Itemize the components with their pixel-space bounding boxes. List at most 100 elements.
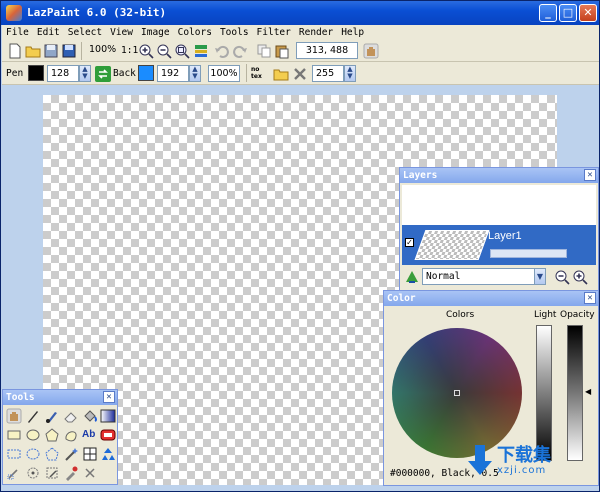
save-icon[interactable] [43, 43, 59, 59]
tools-title[interactable]: Tools ✕ [3, 390, 117, 405]
maximize-button[interactable]: □ [559, 4, 577, 22]
layer-row[interactable]: ✓ Layer1 [402, 225, 596, 265]
layer-thumbnail [414, 230, 490, 260]
spline-tool-icon[interactable] [63, 427, 79, 443]
layers-close-icon[interactable]: ✕ [584, 169, 596, 181]
menu-filter[interactable]: Filter [253, 25, 295, 40]
color-title-text: Color [387, 293, 416, 304]
back-alpha-spinner[interactable]: ▲ ▼ [189, 65, 201, 82]
menu-colors[interactable]: Colors [174, 25, 216, 40]
layer-name: Layer1 [488, 230, 522, 242]
rectangle-tool-icon[interactable] [6, 427, 22, 443]
opacity-label: Opacity [560, 310, 595, 320]
zoom-value: 100% [89, 44, 117, 55]
menu-select[interactable]: Select [64, 25, 106, 40]
deform-icon[interactable] [44, 465, 60, 481]
layer-zoom-out-icon[interactable] [554, 269, 570, 285]
move-selection-icon[interactable] [100, 446, 116, 462]
select-pen-icon[interactable] [6, 465, 22, 481]
layer-visible-checkbox[interactable]: ✓ [405, 238, 414, 247]
minimize-button[interactable]: _ [539, 4, 557, 22]
texture-alpha-spinner[interactable]: ▲ ▼ [344, 65, 356, 82]
crop-select-icon[interactable] [82, 446, 98, 462]
pen-color-swatch[interactable] [28, 65, 44, 81]
zoom-in-icon[interactable] [138, 43, 154, 59]
tools-close-icon[interactable]: ✕ [103, 391, 115, 403]
hand-icon[interactable] [363, 43, 379, 59]
paste-icon[interactable] [274, 43, 290, 59]
opacity-pointer-icon[interactable]: ◀ [585, 387, 591, 396]
blend-mode-select[interactable]: Normal [422, 268, 546, 285]
menu-file[interactable]: File [2, 25, 33, 40]
menu-image[interactable]: Image [137, 25, 174, 40]
colors-label: Colors [446, 310, 475, 320]
layers-panel: Layers ✕ ✓ Layer1 Normal ▼ [399, 167, 599, 291]
redo-icon[interactable] [232, 43, 248, 59]
back-label: Back [113, 68, 136, 79]
rotate-selection-icon[interactable] [25, 465, 41, 481]
back-alpha-input[interactable]: 192 [157, 65, 189, 82]
select-poly-icon[interactable] [44, 446, 60, 462]
cursor-coords: 313, 488 [296, 42, 358, 59]
text-tool-icon[interactable]: Ab [82, 429, 98, 445]
watermark-url: xzji.com [497, 465, 547, 476]
color-title[interactable]: Color ✕ [384, 291, 598, 306]
eraser-tool-icon[interactable] [63, 408, 79, 424]
pen-alpha-input[interactable]: 128 [47, 65, 79, 82]
ellipse-tool-icon[interactable] [25, 427, 41, 443]
select-ellipse-icon[interactable] [25, 446, 41, 462]
remove-texture-icon[interactable] [292, 66, 308, 82]
new-file-icon[interactable] [7, 43, 23, 59]
main-toolbar: 100% 1:1 313, 488 [2, 40, 599, 62]
texture-label[interactable]: no tex [251, 66, 267, 80]
window-title: LazPaint 6.0 (32-bit) [27, 6, 167, 19]
save-as-icon[interactable] [61, 43, 77, 59]
open-texture-icon[interactable] [273, 66, 289, 82]
zoom-out-icon[interactable] [156, 43, 172, 59]
rounded-rect-tool-icon[interactable] [100, 427, 116, 443]
menu-tools[interactable]: Tools [216, 25, 253, 40]
pen-tool-icon[interactable] [25, 408, 41, 424]
zoom-fit-icon[interactable] [174, 43, 190, 59]
menu-help[interactable]: Help [337, 25, 368, 40]
menu-view[interactable]: View [106, 25, 137, 40]
watermark-text: 下载集 [497, 445, 551, 466]
brush-tool-icon[interactable] [44, 408, 60, 424]
undo-icon[interactable] [214, 43, 230, 59]
color-picker-icon[interactable] [63, 465, 79, 481]
color-close-icon[interactable]: ✕ [584, 292, 596, 304]
pen-label: Pen [6, 68, 24, 79]
tools-panel: Tools ✕ Ab [2, 389, 118, 485]
color-wheel[interactable] [392, 328, 522, 458]
pen-alpha-spinner[interactable]: ▲ ▼ [79, 65, 91, 82]
menu-render[interactable]: Render [295, 25, 337, 40]
close-button[interactable]: ✕ [579, 4, 597, 22]
back-color-swatch[interactable] [138, 65, 154, 81]
color-toolbar: Pen 128 ▲ ▼ Back 192 ▲ ▼ 100% no tex 255 ▲… [2, 62, 599, 85]
hand-tool-icon[interactable] [6, 408, 22, 424]
texture-alpha-input[interactable]: 255 [312, 65, 344, 82]
layer-zoom-in-icon[interactable] [572, 269, 588, 285]
select-rect-icon[interactable] [6, 446, 22, 462]
swap-colors-icon[interactable] [95, 66, 111, 82]
app-icon [6, 5, 22, 21]
separator [81, 42, 82, 60]
deselect-icon[interactable] [82, 465, 98, 481]
gradient-tool-icon[interactable] [100, 408, 116, 424]
fill-tool-icon[interactable] [82, 408, 98, 424]
open-folder-icon[interactable] [25, 43, 41, 59]
polygon-tool-icon[interactable] [44, 427, 60, 443]
layer-stack-icon[interactable] [193, 43, 209, 59]
layer-add-icon[interactable] [404, 269, 420, 285]
layer-opacity-bar[interactable] [490, 249, 567, 258]
blend-mode-dropdown-icon[interactable]: ▼ [534, 268, 546, 285]
menu-edit[interactable]: Edit [33, 25, 64, 40]
layers-title-text: Layers [403, 170, 438, 181]
magic-wand-icon[interactable] [63, 446, 79, 462]
title-bar[interactable]: LazPaint 6.0 (32-bit) _ □ ✕ [1, 1, 599, 25]
layers-title[interactable]: Layers ✕ [400, 168, 598, 183]
opacity-value[interactable]: 100% [208, 65, 240, 82]
copy-icon[interactable] [256, 43, 272, 59]
color-wheel-cursor[interactable] [454, 390, 460, 396]
zoom-actual-button[interactable]: 1:1 [121, 45, 138, 56]
